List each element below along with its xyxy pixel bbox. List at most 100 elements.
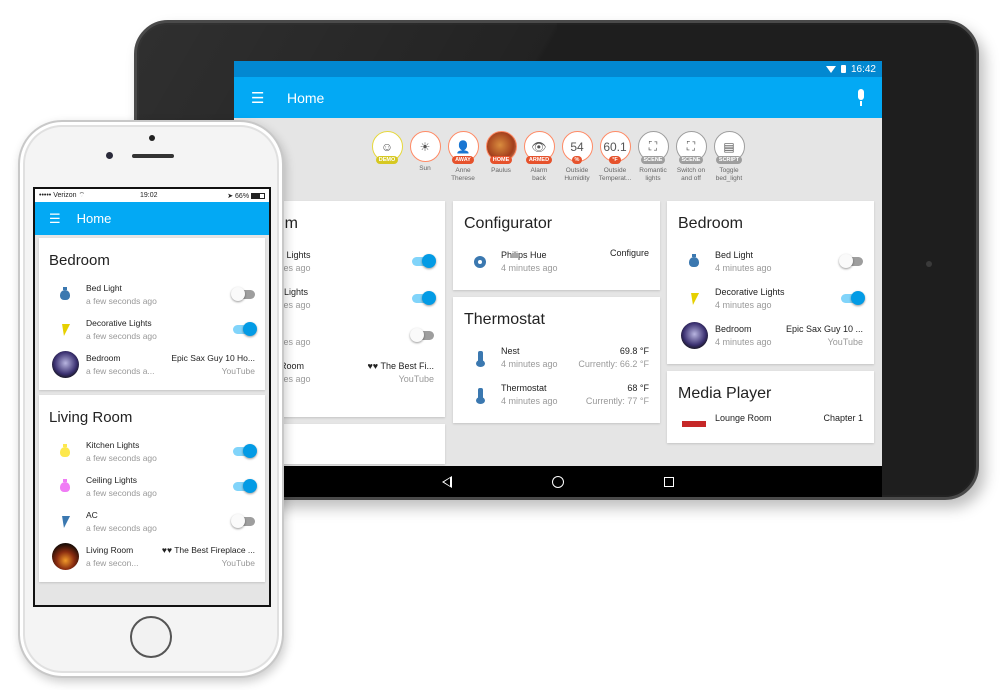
ac-toggle[interactable] — [410, 328, 434, 342]
badge-label: AWAY — [452, 156, 474, 164]
entity-row-kitchen-lights[interactable]: Kitchen Lights a few seconds ago — [49, 434, 257, 469]
card-title: Living Room — [49, 409, 133, 426]
wifi-icon — [825, 65, 836, 73]
thermostat-row-nest[interactable]: Nest 4 minutes ago 69.8 °F Currently: 66.2… — [464, 339, 649, 376]
phone-home-button[interactable] — [130, 616, 172, 658]
configure-button[interactable]: Configure — [610, 248, 649, 258]
badge-name: Sun — [419, 165, 431, 172]
entity-name: Bed Light — [715, 250, 754, 260]
media-title: Epic Sax Guy 10 ... — [785, 324, 863, 334]
badge-demo[interactable]: ☺ DEMO — [371, 131, 403, 201]
bed-light-toggle[interactable] — [231, 287, 255, 301]
configurator-row-philips-hue[interactable]: Philips Hue 4 minutes ago Configure — [464, 243, 649, 280]
badge-script[interactable]: ▤ SCRIPT Toggle bed_light — [713, 131, 745, 201]
media-thumbnail — [51, 351, 79, 378]
entity-time: a few seconds ago — [86, 488, 157, 498]
media-row-bedroom[interactable]: Bedroom 4 minutes ago Epic Sax Guy 10 ...… — [678, 317, 863, 354]
entity-name: Decorative Lights — [715, 287, 785, 297]
entity-name: Philips Hue — [501, 250, 547, 260]
decorative-lights-toggle[interactable] — [233, 322, 257, 336]
status-time: 16:42 — [850, 63, 876, 75]
ceiling-lights-toggle[interactable] — [412, 291, 436, 305]
media-row-lounge-room[interactable]: Lounge Room Chapter 1 — [678, 413, 863, 433]
card-bedroom: Bedroom Bed Light a few seconds ago Decor… — [39, 238, 265, 390]
badge-name: Outside Humidity — [564, 167, 590, 183]
phone-status-bar: ••••• Verizon ⌔ 19:02 ➤ 66% — [35, 189, 269, 202]
battery-icon — [840, 65, 846, 73]
badge-anne[interactable]: 👤 AWAY Anne Therese — [447, 131, 479, 201]
entity-row-decorative-lights[interactable]: Decorative Lights a few seconds ago — [49, 312, 257, 347]
microphone-icon[interactable] — [854, 88, 868, 107]
bulb-icon — [60, 478, 70, 492]
tablet-camera — [926, 261, 932, 267]
tablet-screen: 16:42 ☰ Home ☺ DEMO ☀ Sun 👤 AWAY Anne Therese H… — [234, 61, 882, 466]
location-icon: ➤ — [227, 192, 234, 200]
badge-bar: ☺ DEMO ☀ Sun 👤 AWAY Anne Therese HOME Paulus 👁 ARM… — [234, 118, 882, 201]
media-source: YouTube — [827, 337, 863, 347]
badge-name: Toggle bed_light — [715, 167, 743, 183]
media-row-living-room[interactable]: Living Room a few secon... ♥♥ The Best Fi… — [49, 539, 255, 574]
ceiling-lights-toggle[interactable] — [233, 479, 257, 493]
media-source: YouTube — [398, 374, 434, 384]
card-thermostat: Thermostat Nest 4 minutes ago 69.8 °F Curr… — [453, 297, 660, 423]
media-name: Living Room — [86, 545, 134, 555]
media-row-bedroom[interactable]: Bedroom a few seconds a... Epic Sax Guy 1… — [49, 347, 255, 382]
entity-time: 4 minutes ago — [715, 263, 772, 273]
back-icon[interactable] — [442, 476, 452, 488]
bulb-icon — [689, 253, 699, 267]
entity-name: Decorative Lights — [86, 318, 152, 328]
decorative-lights-toggle[interactable] — [841, 291, 865, 305]
media-thumbnail — [682, 421, 706, 427]
status-time: 19:02 — [140, 192, 158, 199]
entity-row-ac[interactable]: AC a few seconds ago — [49, 504, 255, 539]
entity-name: Kitchen Lights — [86, 440, 140, 450]
entity-name: Ceiling Lights — [86, 475, 138, 485]
badge-scene1[interactable]: ⛶ SCENE Romantic lights — [637, 131, 669, 201]
card-title: Thermostat — [464, 311, 545, 328]
media-chapter: Chapter 1 — [823, 413, 863, 423]
home-circle-icon[interactable] — [552, 476, 564, 488]
card-title: Media Player — [678, 385, 772, 402]
battery-status: ➤ 66% — [227, 192, 265, 200]
badge-paulus[interactable]: HOME Paulus — [485, 131, 517, 201]
kitchen-lights-toggle[interactable] — [233, 444, 257, 458]
badge-alarm[interactable]: 👁 ARMED Alarm back — [523, 131, 555, 201]
tablet-app-bar: ☰ Home — [234, 77, 882, 118]
target-temp: 68 °F — [627, 383, 649, 393]
entity-row-ceiling-lights[interactable]: Ceiling Lights a few seconds ago — [49, 469, 257, 504]
ac-toggle[interactable] — [231, 514, 255, 528]
entity-name: Nest — [501, 346, 520, 356]
card-bedroom: Bedroom Bed Light 4 minutes ago Decorativ… — [667, 201, 874, 364]
media-title: ♥♥ The Best Fireplace ... — [161, 545, 255, 555]
thermostat-row-thermostat[interactable]: Thermostat 4 minutes ago 68 °F Currently: … — [464, 376, 649, 413]
card-configurator: Configurator Philips Hue 4 minutes ago Co… — [453, 201, 660, 290]
thermometer-icon — [475, 387, 485, 404]
badge-sun[interactable]: ☀ Sun — [409, 131, 441, 201]
badge-humidity[interactable]: 54% Outside Humidity — [561, 131, 593, 201]
badge-label: % — [571, 156, 583, 164]
badge-label: DEMO — [375, 156, 399, 164]
badge-temp[interactable]: 60.1 °F Outside Temperat... — [599, 131, 631, 201]
bulb-icon — [60, 286, 70, 300]
badge-scene2[interactable]: ⛶ SCENE Switch on and off — [675, 131, 707, 201]
badge-name: Anne Therese — [451, 167, 475, 183]
entity-row-bed-light[interactable]: Bed Light 4 minutes ago — [678, 243, 863, 280]
page-title: Home — [76, 211, 112, 226]
kitchen-lights-toggle[interactable] — [412, 254, 436, 268]
recent-apps-icon[interactable] — [664, 477, 674, 487]
entity-row-decorative-lights[interactable]: Decorative Lights 4 minutes ago — [678, 280, 865, 317]
media-name: Lounge Room — [715, 413, 772, 423]
menu-icon[interactable]: ☰ — [49, 211, 61, 227]
entity-row-bed-light[interactable]: Bed Light a few seconds ago — [49, 277, 255, 312]
media-thumbnail — [51, 543, 79, 570]
bed-light-toggle[interactable] — [839, 254, 863, 268]
badge-label: ARMED — [525, 156, 553, 164]
target-temp: 69.8 °F — [619, 346, 649, 356]
media-time: a few seconds a... — [86, 366, 155, 376]
phone-speaker — [132, 154, 174, 158]
phone-content: Bedroom Bed Light a few seconds ago Decor… — [35, 235, 269, 582]
phone-app-bar: ☰ Home — [35, 202, 269, 235]
badge-label: HOME — [489, 156, 513, 164]
lightning-icon — [59, 515, 71, 528]
menu-icon[interactable]: ☰ — [251, 89, 271, 107]
